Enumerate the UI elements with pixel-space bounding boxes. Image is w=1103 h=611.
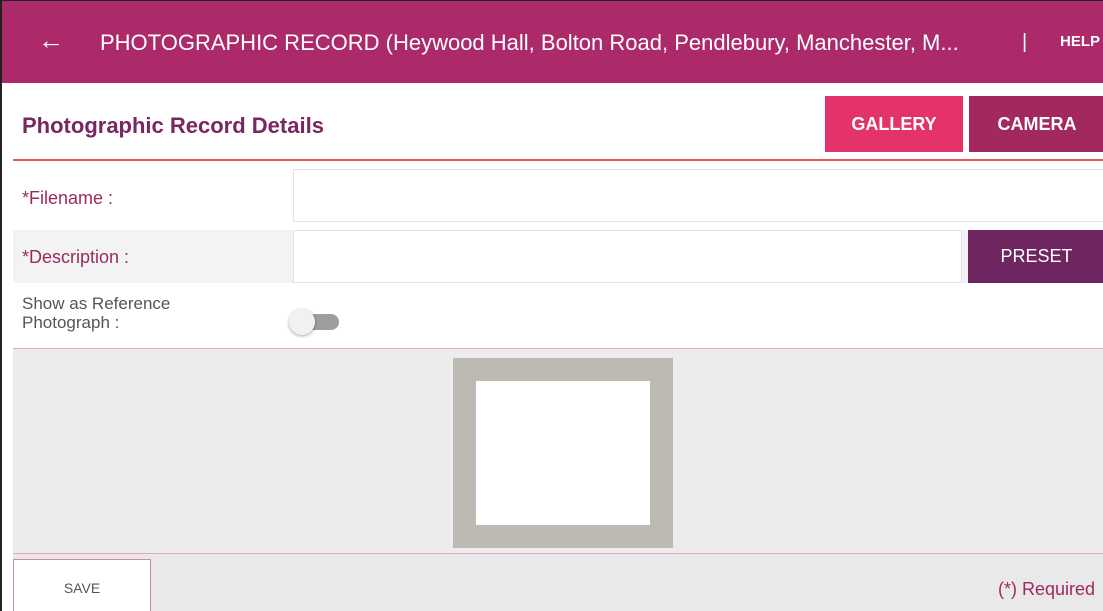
description-input[interactable] [293, 230, 962, 283]
photo-placeholder-inner [476, 381, 650, 525]
description-label: *Description : [22, 247, 130, 267]
reference-label-line2: Photograph : [22, 313, 120, 332]
reference-photo-label: Show as Reference Photograph : [22, 294, 170, 332]
filename-input[interactable] [293, 169, 1103, 222]
toggle-thumb [289, 309, 315, 335]
reference-label-line1: Show as Reference [22, 294, 171, 313]
app-frame: ← PHOTOGRAPHIC RECORD (Heywood Hall, Bol… [0, 0, 1103, 611]
appbar-separator: | [1022, 31, 1028, 53]
filename-label: *Filename : [22, 188, 114, 208]
required-note: (*) Required [998, 579, 1096, 599]
section-title: Photographic Record Details [22, 113, 324, 138]
preset-button[interactable]: PRESET [968, 230, 1103, 283]
save-button[interactable]: SAVE [13, 559, 151, 611]
camera-button[interactable]: CAMERA [969, 96, 1103, 152]
page-title: PHOTOGRAPHIC RECORD (Heywood Hall, Bolto… [100, 30, 959, 55]
help-button[interactable]: HELP [1060, 33, 1100, 50]
app-bar: ← PHOTOGRAPHIC RECORD (Heywood Hall, Bol… [2, 1, 1103, 83]
footer-bar [13, 554, 1103, 611]
section-divider [13, 159, 1103, 161]
gallery-button[interactable]: GALLERY [825, 96, 963, 152]
photo-placeholder-image[interactable] [453, 358, 673, 548]
back-arrow-icon[interactable]: ← [38, 25, 64, 55]
reference-photo-toggle[interactable] [289, 307, 343, 335]
